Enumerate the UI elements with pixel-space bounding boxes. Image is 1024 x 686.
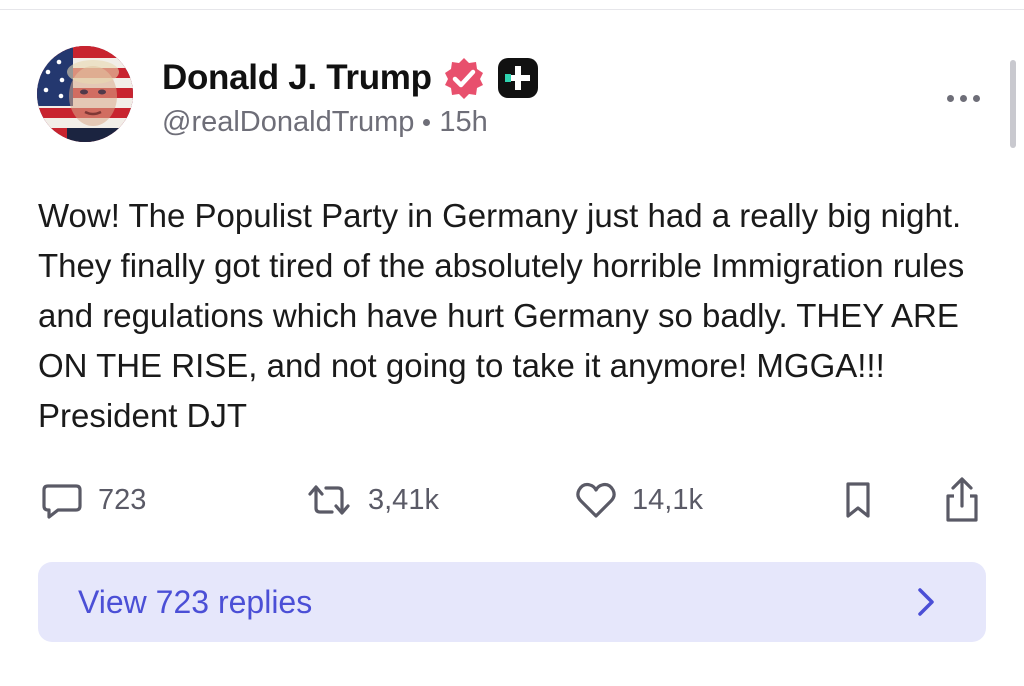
author-name-row: Donald J. Trump	[162, 54, 540, 102]
more-icon	[946, 94, 954, 102]
chevron-right-icon	[918, 588, 934, 616]
post-body: Wow! The Populist Party in Germany just …	[38, 197, 965, 434]
view-replies-button[interactable]: View 723 replies	[38, 562, 986, 642]
more-options-button[interactable]	[938, 86, 988, 110]
avatar[interactable]	[37, 46, 133, 142]
share-icon	[946, 477, 978, 522]
repost-icon	[308, 485, 350, 515]
view-replies-label: View 723 replies	[78, 583, 313, 620]
post-actions: 723 3,41k 14,1k	[0, 472, 1024, 528]
avatar-image	[37, 46, 133, 142]
comment-icon	[42, 484, 82, 519]
author-display-name[interactable]: Donald J. Trump	[162, 58, 432, 98]
reply-button[interactable]: 723	[40, 472, 146, 528]
author-handle-row: @realDonaldTrump 15h	[162, 106, 488, 139]
scrollbar[interactable]	[1010, 60, 1016, 148]
bookmark-icon	[846, 482, 870, 518]
like-count: 14,1k	[632, 483, 703, 516]
reply-count: 723	[98, 483, 147, 516]
top-divider	[0, 0, 1024, 10]
more-icon	[959, 94, 967, 102]
bookmark-button[interactable]	[838, 472, 878, 528]
verified-badge-icon	[442, 56, 486, 100]
more-icon	[972, 94, 980, 102]
author-handle[interactable]: @realDonaldTrump	[162, 106, 414, 139]
post-timestamp: 15h	[439, 106, 488, 138]
like-button[interactable]: 14,1k	[574, 472, 703, 528]
repost-button[interactable]: 3,41k	[304, 472, 439, 528]
share-button[interactable]	[940, 472, 984, 528]
separator-dot	[423, 119, 431, 126]
plus-badge-icon	[496, 56, 540, 100]
heart-icon	[576, 482, 616, 518]
repost-count: 3,41k	[368, 483, 439, 516]
post-card: Donald J. Trump @realDonaldTrump 15h Wow…	[0, 10, 1024, 686]
